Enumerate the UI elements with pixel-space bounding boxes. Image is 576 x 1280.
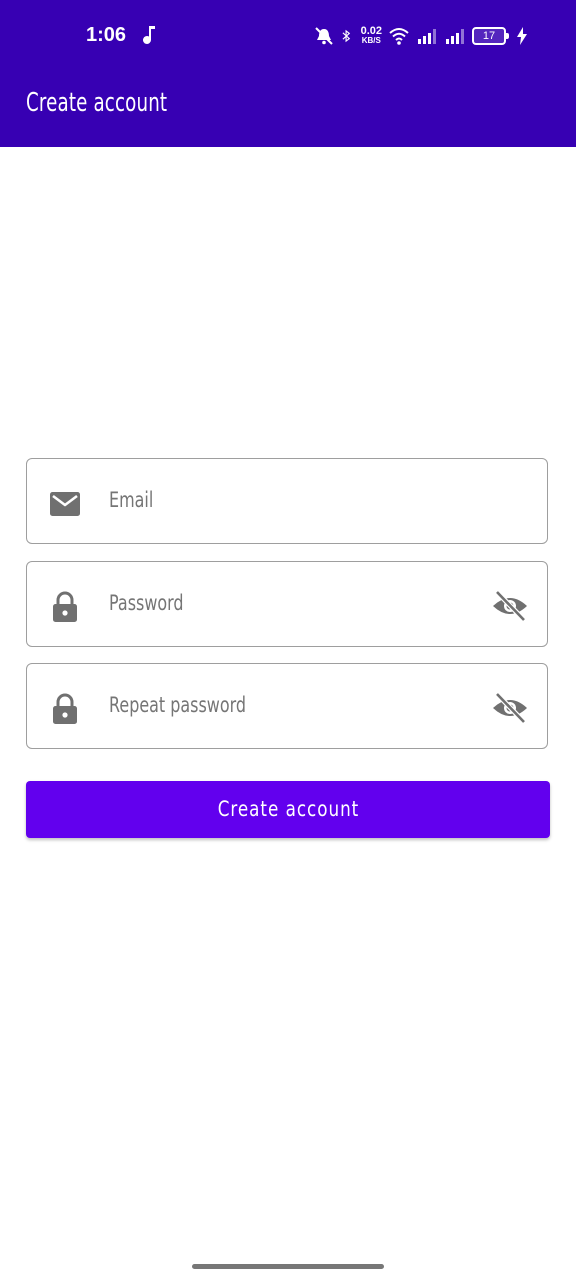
music-note-icon [143, 26, 155, 44]
network-speed: 0.02 KB/S [360, 25, 382, 46]
email-input[interactable] [109, 488, 398, 512]
status-icons: 0.02 KB/S 17 [313, 22, 528, 50]
bluetooth-icon [342, 29, 350, 43]
signal-icon [446, 29, 464, 44]
password-field[interactable] [26, 561, 548, 647]
lock-icon [53, 693, 77, 724]
battery-icon: 17 [472, 27, 509, 45]
mute-icon [314, 27, 333, 45]
create-account-button[interactable]: Create account [26, 781, 550, 838]
visibility-off-icon[interactable] [491, 690, 529, 726]
wifi-icon [389, 28, 409, 45]
app-bar: Create account [0, 72, 576, 147]
repeat-password-field[interactable] [26, 663, 548, 749]
visibility-off-icon[interactable] [491, 588, 529, 624]
email-icon [50, 492, 80, 516]
charging-icon [517, 27, 527, 45]
signal-icon [418, 29, 436, 44]
home-indicator[interactable] [192, 1264, 384, 1269]
email-field[interactable] [26, 458, 548, 544]
create-account-button-label: Create account [217, 797, 359, 821]
status-bar: 1:06 0.02 KB/S 17 [0, 0, 576, 72]
page-title: Create account [26, 88, 168, 118]
password-input[interactable] [109, 591, 398, 615]
lock-icon [53, 591, 77, 622]
status-time: 1:06 [86, 24, 127, 46]
repeat-password-input[interactable] [109, 693, 398, 717]
create-account-screen: 1:06 0.02 KB/S 17 Create account Email C… [0, 0, 576, 1280]
